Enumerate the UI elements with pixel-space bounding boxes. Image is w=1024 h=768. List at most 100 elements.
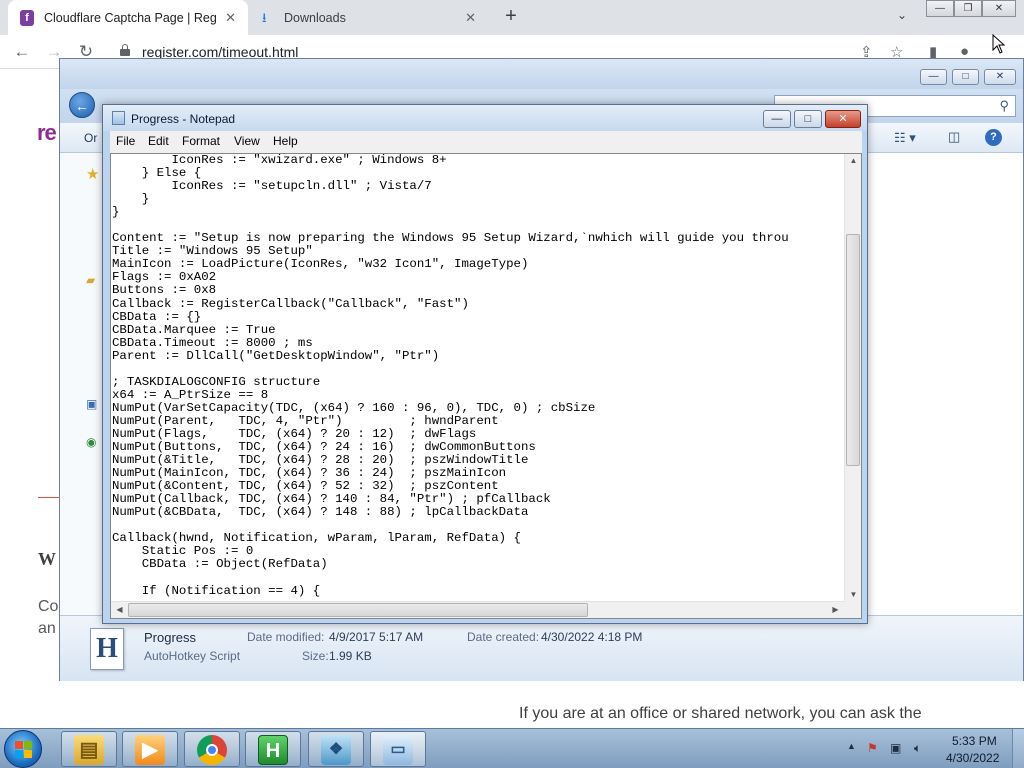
close-icon[interactable]: ✕	[825, 110, 861, 128]
code-line: ; TASKDIALOGCONFIG structure	[112, 374, 321, 389]
taskbar-notepad[interactable]: ▭	[370, 731, 426, 767]
size-value: 1.99 KB	[329, 649, 372, 663]
help-icon[interactable]: ?	[985, 129, 1002, 146]
site-heading: W	[38, 549, 56, 569]
favorites-star-icon[interactable]: ★	[86, 165, 99, 183]
taskbar-explorer[interactable]: ▤	[61, 731, 117, 767]
code-line: IconRes := "xwizard.exe" ; Windows 8+	[112, 154, 447, 167]
code-line: }	[112, 192, 150, 207]
code-line: NumPut(VarSetCapacity(TDC, (x64) ? 160 :…	[112, 400, 596, 415]
notepad-window: Progress - Notepad — □ ✕ File Edit Forma…	[102, 104, 868, 624]
folder-icon: ▤	[74, 735, 104, 765]
explorer-titlebar: — □ ✕	[60, 59, 1023, 89]
view-options-icon[interactable]: ☷ ▾	[894, 130, 916, 146]
file-type: AutoHotkey Script	[144, 649, 241, 663]
notepad-text-area[interactable]: IconRes := "xwizard.exe" ; Windows 8+ } …	[110, 153, 862, 619]
scroll-left-arrow-icon[interactable]: ◀	[111, 605, 128, 614]
tab-title: Downloads	[284, 10, 346, 25]
back-arrow-icon[interactable]: ←	[12, 42, 32, 62]
site-paragraph-line: Co	[38, 598, 59, 615]
code-line: IconRes := "setupcln.dll" ; Vista/7	[112, 179, 432, 194]
computer-icon[interactable]: ▣	[86, 397, 97, 411]
new-tab-button[interactable]: +	[500, 6, 522, 28]
horizontal-scroll-thumb[interactable]	[128, 603, 588, 617]
explorer-details-pane: H Progress AutoHotkey Script Date modifi…	[60, 615, 1023, 681]
network-icon[interactable]: ◉	[86, 435, 96, 449]
libraries-icon[interactable]: ▰	[86, 273, 95, 287]
minimize-icon[interactable]: —	[926, 0, 954, 17]
close-icon[interactable]: ✕	[984, 69, 1016, 85]
code-line: CBData.Marquee := True	[112, 322, 276, 337]
window-title: Progress - Notepad	[131, 112, 236, 126]
code-line: NumPut(&CBData, TDC, (x64) ? 148 : 88) ;…	[112, 505, 529, 520]
taskbar-setup[interactable]: ❖	[308, 731, 364, 767]
setup-package-icon: ❖	[321, 735, 351, 765]
tab-title: Cloudflare Captcha Page | Regist	[44, 10, 216, 25]
site-paragraph-line: an	[38, 620, 56, 637]
menu-file[interactable]: File	[116, 134, 135, 148]
notepad-app-icon	[112, 111, 125, 125]
close-icon[interactable]: ✕	[982, 0, 1016, 17]
search-icon: ⚲	[999, 98, 1009, 113]
minimize-icon[interactable]: —	[763, 110, 791, 128]
restore-icon[interactable]: ❐	[954, 0, 982, 17]
code-line: }	[112, 205, 120, 220]
network-icon[interactable]: ▣	[890, 741, 901, 755]
vertical-scroll-thumb[interactable]	[846, 234, 860, 466]
code-line: If (Notification == 4) {	[112, 583, 321, 598]
vertical-scrollbar[interactable]: ▲ ▼	[844, 154, 861, 601]
date-created-label: Date created:	[467, 630, 540, 644]
menu-help[interactable]: Help	[273, 134, 298, 148]
preview-pane-icon[interactable]: ◫	[948, 129, 960, 145]
maximize-icon[interactable]: □	[952, 69, 979, 85]
close-tab-icon[interactable]: ✕	[465, 10, 476, 26]
tab-cloudflare-captcha[interactable]: f Cloudflare Captcha Page | Regist ✕	[8, 0, 248, 35]
menu-format[interactable]: Format	[182, 134, 220, 148]
notepad-titlebar[interactable]: Progress - Notepad — □ ✕	[103, 105, 867, 131]
back-arrow-icon[interactable]: ←	[69, 92, 95, 118]
code-line: CBData := {}	[112, 309, 202, 324]
scroll-right-arrow-icon[interactable]: ▶	[827, 605, 844, 614]
code-line: Buttons := 0x8	[112, 283, 217, 298]
taskbar-chrome[interactable]	[184, 731, 240, 767]
media-player-icon: ▶	[135, 735, 165, 765]
lock-icon[interactable]	[120, 44, 130, 56]
size-label: Size:	[302, 649, 329, 663]
scroll-up-arrow-icon[interactable]: ▲	[845, 156, 861, 165]
minimize-icon[interactable]: —	[920, 69, 947, 85]
clock-date[interactable]: 4/30/2022	[946, 751, 999, 765]
maximize-icon[interactable]: □	[794, 110, 822, 128]
notepad-icon: ▭	[383, 735, 413, 765]
file-name: Progress	[144, 630, 197, 645]
taskbar-media-player[interactable]: ▶	[122, 731, 178, 767]
tab-search-chevron-icon[interactable]: ⌄	[897, 8, 907, 22]
date-modified-value: 4/9/2017 5:17 AM	[329, 630, 424, 644]
script-text[interactable]: IconRes := "xwizard.exe" ; Windows 8+ } …	[112, 154, 843, 601]
organize-button[interactable]: Or	[84, 131, 97, 145]
cloudflare-favicon-icon: f	[20, 9, 34, 26]
close-tab-icon[interactable]: ✕	[225, 10, 236, 26]
code-line: x64 := A_PtrSize == 8	[112, 387, 269, 402]
volume-icon[interactable]: 🔈︎	[914, 741, 921, 756]
scroll-down-arrow-icon[interactable]: ▼	[845, 590, 861, 599]
taskbar: ▤ ▶ H ❖ ▭ ▲ ⚑ ▣ 🔈︎ 5:33 PM 4/30/2022	[0, 728, 1024, 768]
menu-view[interactable]: View	[234, 134, 260, 148]
horizontal-scrollbar[interactable]: ◀ ▶	[111, 601, 844, 618]
action-center-flag-icon[interactable]: ⚑	[867, 741, 878, 755]
system-tray: ▲ ⚑ ▣ 🔈︎ 5:33 PM 4/30/2022	[842, 729, 1024, 768]
code-line: MainIcon := LoadPicture(IconRes, "w32 Ic…	[112, 257, 529, 272]
menu-edit[interactable]: Edit	[148, 134, 169, 148]
size-grip[interactable]	[844, 601, 861, 618]
taskbar-autohotkey[interactable]: H	[245, 731, 301, 767]
show-desktop-button[interactable]	[1012, 729, 1024, 768]
site-paragraph: Co an	[38, 596, 58, 640]
date-created-value: 4/30/2022 4:18 PM	[541, 630, 643, 644]
clock-time[interactable]: 5:33 PM	[952, 734, 997, 748]
show-hidden-icons-icon[interactable]: ▲	[847, 741, 856, 751]
start-button[interactable]	[4, 730, 42, 768]
date-modified-label: Date modified:	[247, 630, 325, 644]
notepad-menu-bar: File Edit Format View Help	[110, 131, 862, 153]
tab-downloads[interactable]: ⭳ Downloads ✕	[252, 0, 488, 35]
